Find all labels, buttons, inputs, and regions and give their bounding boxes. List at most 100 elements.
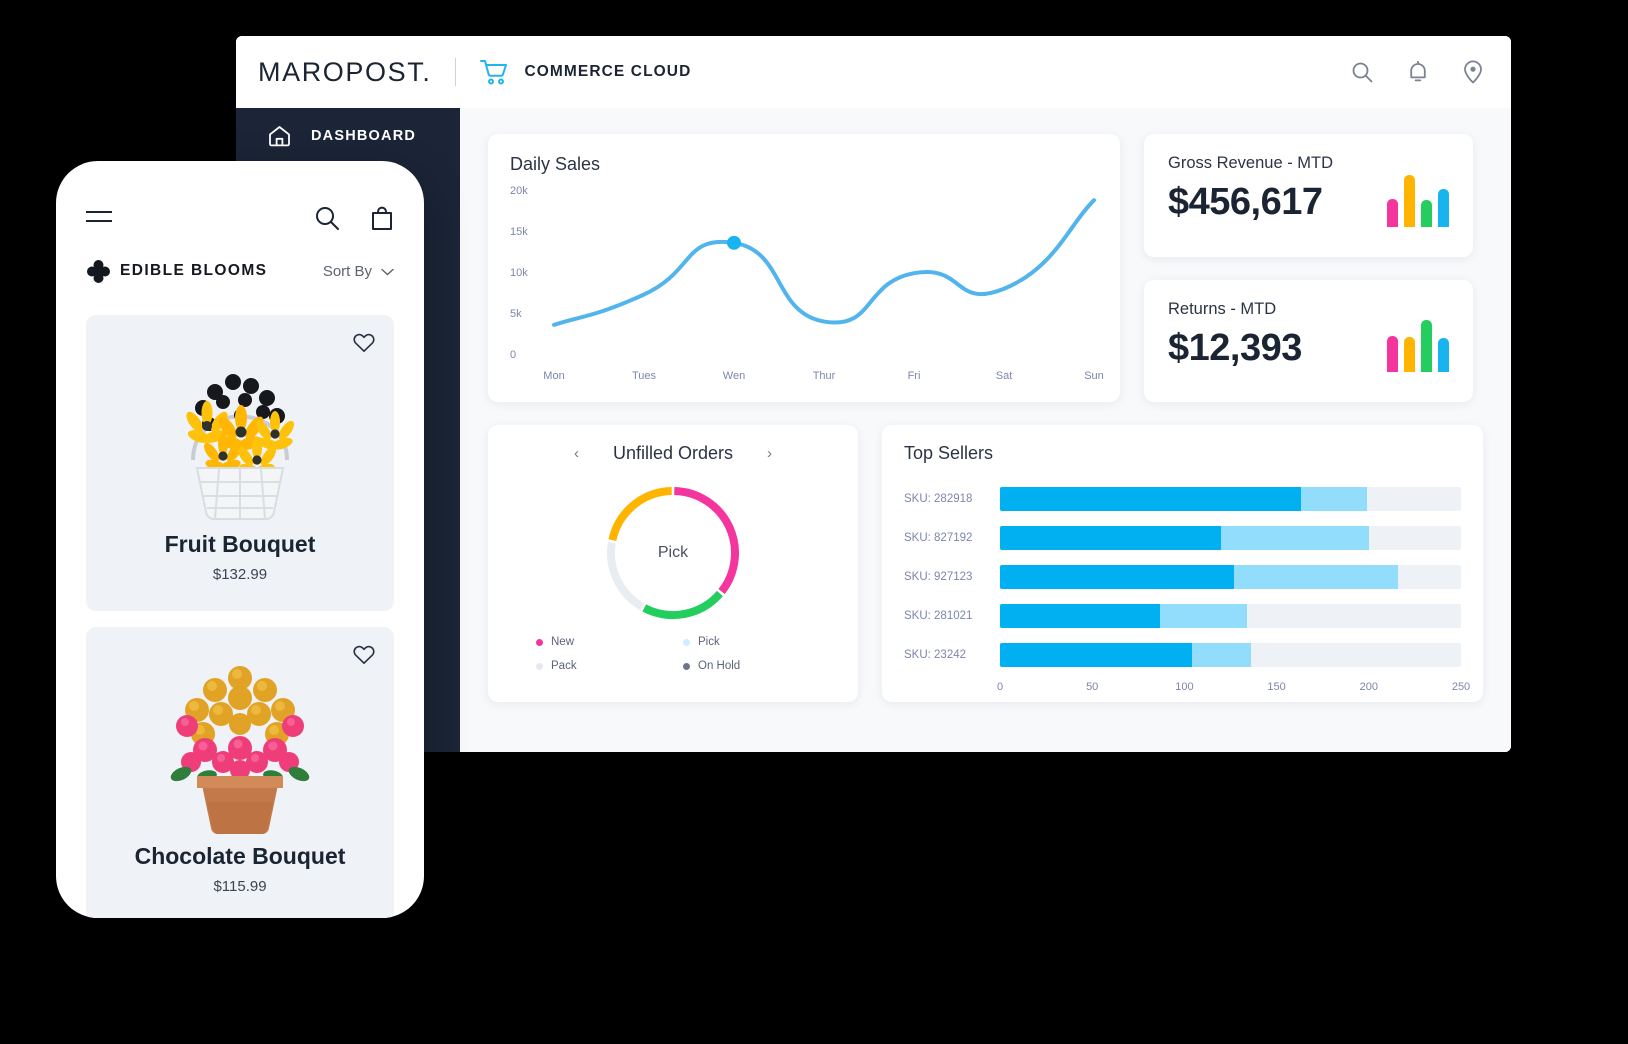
phone-topbar (86, 197, 394, 243)
legend-item: On Hold (683, 660, 830, 672)
x-axis-tick: Fri (907, 370, 921, 382)
kpi-column: Gross Revenue - MTD $456,617 Returns - M… (1144, 134, 1473, 402)
product-name: Chocolate Bouquet (134, 843, 346, 869)
sort-by-control[interactable]: Sort By (323, 263, 394, 280)
x-axis-tick: 100 (1175, 681, 1194, 693)
sort-by-label: Sort By (322, 262, 372, 280)
bar-segment-primary (1000, 487, 1301, 511)
bar-segment-secondary (1234, 565, 1399, 589)
daily-sales-chart: 0 5k 10k 15k 20k Mon Tues Wen Thur Fri Sat Sun (510, 185, 1104, 386)
top-seller-row: SKU: 23242 (904, 642, 1461, 668)
y-axis-tick: 0 (510, 349, 517, 361)
product-card[interactable]: Chocolate Bouquet $115.99 (86, 627, 394, 918)
x-axis-tick: 200 (1359, 681, 1378, 693)
product-price: $115.99 (213, 878, 267, 895)
kpi-card-returns: Returns - MTD $12,393 (1144, 279, 1473, 402)
returns-sparkline (1387, 318, 1449, 372)
product-card[interactable]: Fruit Bouquet $132.99 (86, 315, 394, 611)
legend-label: On Hold (698, 660, 741, 672)
top-seller-bar-track (1000, 643, 1461, 667)
top-seller-sku-label: SKU: 282918 (904, 493, 973, 505)
top-sellers-card: Top Sellers SKU: 282918 SKU: 827192 SKU: 9… (882, 425, 1483, 702)
top-sellers-title: Top Sellers (904, 443, 994, 463)
shopping-bag-icon[interactable] (370, 205, 394, 236)
legend-label: Pack (551, 660, 577, 672)
brand-divider (455, 58, 457, 86)
legend-item: Pack (536, 660, 683, 672)
top-sellers-rows: SKU: 282918 SKU: 827192 SKU: 927123 SKU: 28… (904, 486, 1461, 668)
chevron-down-icon (381, 263, 394, 280)
highlight-point[interactable] (727, 235, 741, 250)
shopping-cart-icon (480, 59, 510, 85)
location-pin-icon[interactable] (1463, 60, 1483, 84)
bar-segment-secondary (1191, 643, 1251, 667)
dashboard-row-top: Daily Sales 0 5k 10k 15k 20k Mon Tues Wen Thur Fr… (488, 134, 1483, 402)
brand-dot: . (422, 56, 432, 87)
gross-revenue-sparkline (1387, 173, 1449, 227)
kpi-card-gross-revenue: Gross Revenue - MTD $456,617 (1144, 134, 1473, 257)
dashboard-row-bottom: ‹ Unfilled Orders › Pick New Pick Pack On H… (488, 425, 1483, 702)
sparkline-bar (1421, 199, 1432, 227)
product-price: $132.99 (212, 566, 268, 583)
topbar-actions (1351, 60, 1483, 84)
sparkline-bar (1404, 337, 1415, 372)
search-icon[interactable] (314, 205, 340, 236)
x-axis-tick: Sat (995, 370, 1013, 382)
unfilled-orders-header: ‹ Unfilled Orders › (508, 443, 838, 464)
legend-item: New (536, 636, 683, 648)
sparkline-bar (1438, 188, 1449, 227)
x-axis-tick: 250 (1451, 681, 1471, 693)
top-seller-row: SKU: 827192 (904, 525, 1461, 551)
hamburger-icon[interactable] (86, 211, 112, 229)
donut-center-label: Pick (657, 544, 689, 561)
top-seller-bar-track (1000, 565, 1461, 589)
home-icon (268, 125, 291, 147)
x-axis-tick: Mon (543, 370, 565, 382)
x-axis-tick: 0 (996, 681, 1004, 693)
maropost-logo[interactable]: MAROPOST. (258, 57, 431, 88)
prev-arrow-icon[interactable]: ‹ (574, 445, 579, 462)
x-axis-tick: Wen (722, 370, 746, 382)
heart-icon[interactable] (352, 331, 376, 358)
flower-logo-icon (86, 259, 111, 284)
legend-label: New (551, 636, 575, 648)
top-seller-sku-label: SKU: 281021 (904, 610, 973, 622)
bar-segment-primary (1000, 604, 1161, 628)
unfilled-orders-title: Unfilled Orders (612, 443, 734, 463)
y-axis-tick: 5k (510, 308, 522, 320)
search-icon[interactable] (1351, 61, 1373, 83)
bar-segment-secondary (1221, 526, 1369, 550)
daily-sales-line (552, 198, 1096, 327)
legend-item: Pick (683, 636, 830, 648)
unfilled-orders-donut: Pick (602, 482, 744, 624)
legend-label: Pick (698, 636, 720, 648)
sparkline-bar (1387, 336, 1398, 372)
heart-icon[interactable] (352, 643, 376, 670)
x-axis-tick: Thur (812, 370, 836, 382)
sidebar-item-dashboard[interactable]: DASHBOARD (236, 108, 460, 164)
legend-dot (683, 638, 690, 646)
top-seller-sku-label: SKU: 927123 (904, 571, 973, 583)
bar-segment-secondary (1300, 487, 1367, 511)
top-seller-row: SKU: 927123 (904, 564, 1461, 590)
x-axis-tick: Sun (1084, 370, 1104, 382)
unfilled-orders-card: ‹ Unfilled Orders › Pick New Pick Pack On H… (488, 425, 858, 702)
dashboard-window: MAROPOST. COMMERCE CLOUD DASHBOARD Daily… (236, 36, 1511, 752)
kpi-title: Returns - MTD (1168, 299, 1277, 318)
bell-icon[interactable] (1407, 60, 1429, 84)
brand-text: MAROPOST (258, 56, 423, 87)
sparkline-bar (1421, 320, 1432, 372)
sidebar-item-label: DASHBOARD (311, 128, 417, 144)
legend-dot (683, 662, 690, 670)
kpi-title: Gross Revenue - MTD (1168, 154, 1334, 172)
daily-sales-card: Daily Sales 0 5k 10k 15k 20k Mon Tues Wen Thur Fr… (488, 134, 1120, 402)
phone-actions (314, 205, 394, 236)
x-axis-tick: 50 (1086, 681, 1099, 693)
app-topbar: MAROPOST. COMMERCE CLOUD (236, 36, 1511, 108)
next-arrow-icon[interactable]: › (767, 445, 772, 462)
top-sellers-xaxis: 0 50 100 150 200 250 (996, 681, 1470, 699)
bar-segment-primary (1000, 643, 1192, 667)
top-seller-sku-label: SKU: 23242 (904, 649, 967, 661)
x-axis-tick: Tues (631, 370, 657, 382)
product-image-fruit-basket (86, 329, 394, 525)
